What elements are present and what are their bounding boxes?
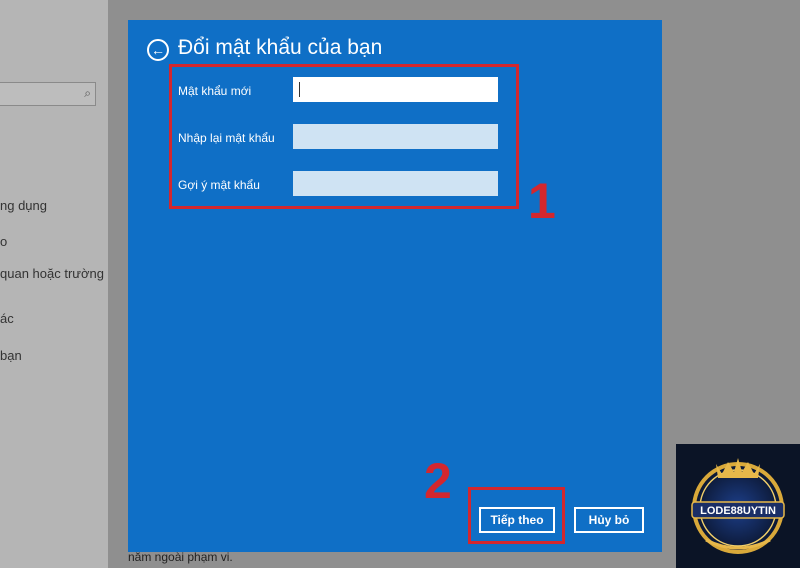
settings-search-box[interactable]: ⌕: [0, 82, 96, 106]
bottom-text: nằm ngoài phạm vi.: [128, 550, 233, 564]
logo-emblem-icon: LODE88UYTIN: [676, 444, 800, 568]
back-arrow-icon: ←: [151, 42, 165, 58]
sidebar-item[interactable]: o: [0, 234, 7, 249]
watermark-logo: LODE88UYTIN: [676, 444, 800, 568]
settings-sidebar: ⌕ ng dụng o quan hoặc trường ác bạn: [0, 0, 108, 568]
next-button-highlight-box: [468, 487, 565, 544]
step-1-number: 1: [528, 173, 556, 229]
back-button[interactable]: ←: [147, 39, 169, 61]
watermark-brand: LODE88UYTIN: [700, 505, 776, 517]
sidebar-item[interactable]: ác: [0, 311, 14, 326]
dialog-title: Đổi mật khẩu của bạn: [178, 36, 383, 59]
sidebar-item[interactable]: ng dụng: [0, 198, 47, 213]
cancel-button[interactable]: Hủy bỏ: [574, 507, 644, 533]
search-icon: ⌕: [84, 86, 91, 100]
sidebar-item[interactable]: quan hoặc trường: [0, 266, 104, 281]
sidebar-item[interactable]: bạn: [0, 348, 22, 363]
fields-highlight-box: [169, 64, 519, 209]
step-2-number: 2: [424, 453, 452, 509]
